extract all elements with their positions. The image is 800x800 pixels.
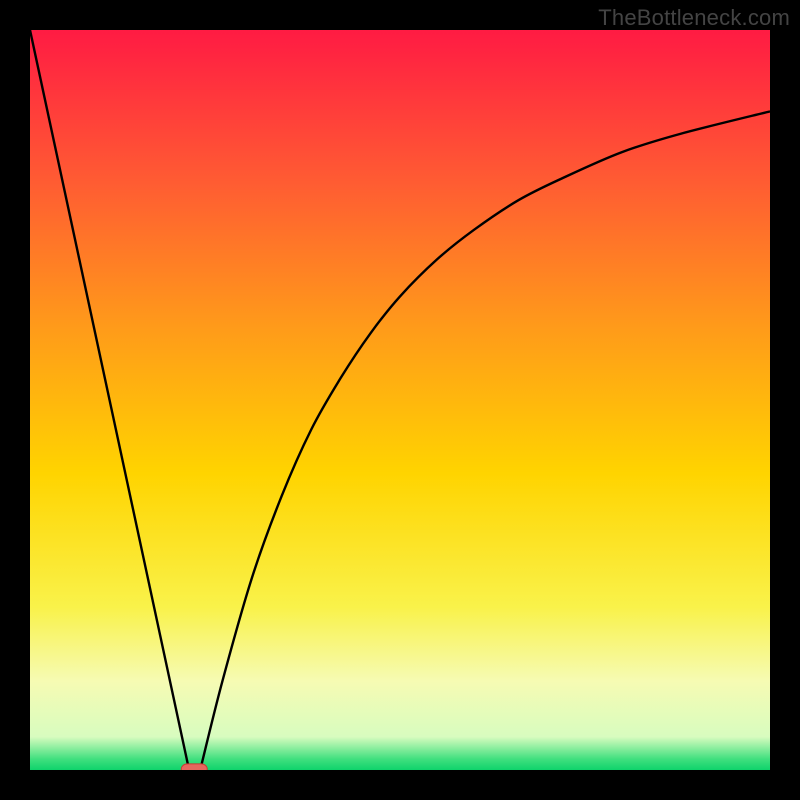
bottleneck-marker: [181, 764, 207, 770]
plot-svg: [30, 30, 770, 770]
watermark-text: TheBottleneck.com: [598, 5, 790, 31]
plot-area: [30, 30, 770, 770]
chart-frame: TheBottleneck.com: [0, 0, 800, 800]
